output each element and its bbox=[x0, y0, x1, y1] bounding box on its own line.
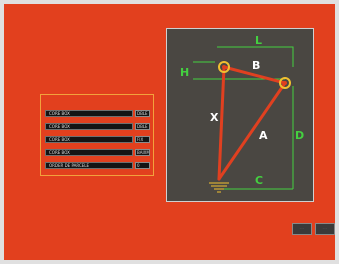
nav-button-2[interactable]: · · · bbox=[315, 223, 335, 235]
parameter-value[interactable]: 0 bbox=[135, 162, 150, 169]
arm-links bbox=[217, 65, 287, 181]
dimension-guides bbox=[193, 46, 294, 190]
parameter-value[interactable]: DBLE bbox=[135, 110, 150, 117]
ground-icon bbox=[209, 182, 229, 193]
label-L: L bbox=[255, 34, 262, 47]
parameter-label: CORE BOX bbox=[45, 110, 133, 117]
label-C: C bbox=[255, 174, 263, 187]
parameter-row[interactable]: CORE BOX BAIXM bbox=[45, 149, 150, 156]
parameter-row[interactable]: CORE BOX DBLE bbox=[45, 123, 150, 130]
label-B: B bbox=[252, 59, 260, 72]
label-A: A bbox=[259, 129, 268, 142]
parameters-panel: CORE BOX DBLE CORE BOX DBLE CORE BOX FIX… bbox=[40, 94, 154, 176]
label-D: D bbox=[295, 129, 304, 142]
parameter-value[interactable]: FIX bbox=[135, 136, 150, 143]
arm-A bbox=[217, 81, 287, 181]
dimension-labels: L H B X A D C bbox=[180, 34, 304, 187]
linkage-diagram: L H B X A D C bbox=[180, 34, 304, 193]
arm-X bbox=[217, 65, 226, 181]
parameter-row[interactable]: CORE BOX FIX bbox=[45, 136, 150, 143]
parameter-label: ORDER DE PARCELE bbox=[45, 162, 133, 169]
parameter-row[interactable]: CORE BOX DBLE bbox=[45, 110, 150, 117]
label-X: X bbox=[210, 111, 219, 124]
nav-button-1[interactable]: · · · bbox=[292, 223, 312, 235]
parameter-label: CORE BOX bbox=[45, 149, 133, 156]
parameter-value[interactable]: DBLE bbox=[135, 123, 150, 130]
parameter-value[interactable]: BAIXM bbox=[135, 149, 150, 156]
parameter-row[interactable]: ORDER DE PARCELE 0 bbox=[45, 162, 150, 169]
label-H: H bbox=[180, 66, 189, 79]
parameter-label: CORE BOX bbox=[45, 123, 133, 130]
control-screen: CORE BOX DBLE CORE BOX DBLE CORE BOX FIX… bbox=[4, 4, 335, 260]
linkage-diagram-panel: L H B X A D C bbox=[166, 28, 314, 202]
parameter-label: CORE BOX bbox=[45, 136, 133, 143]
